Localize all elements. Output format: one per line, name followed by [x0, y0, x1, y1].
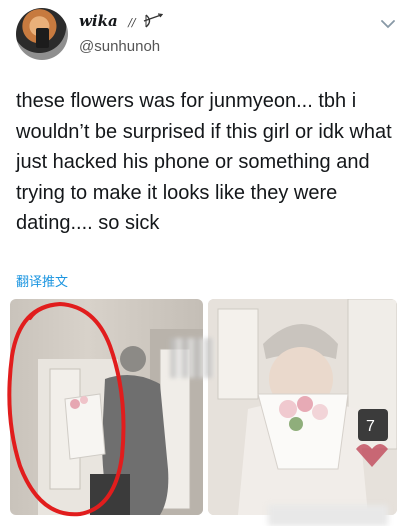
bottom-watermark: [268, 505, 388, 526]
handle[interactable]: @sunhunoh: [79, 38, 163, 55]
display-name[interactable]: wika: [79, 12, 118, 30]
tweet-header: wika // @sunhunoh: [16, 8, 399, 62]
chevron-down-icon[interactable]: [381, 16, 395, 34]
author-names: wika // @sunhunoh: [79, 12, 164, 55]
display-name-row[interactable]: wika //: [79, 12, 164, 34]
display-name-suffix: //: [128, 16, 136, 29]
bow-arrow-icon: [143, 13, 164, 34]
avatar[interactable]: [16, 8, 68, 60]
red-annotation-circle: [7, 301, 126, 517]
tweet-text: these flowers was for junmyeon... tbh i …: [16, 90, 392, 234]
photo-right[interactable]: 7: [208, 299, 397, 515]
watermark-blur: [170, 338, 214, 378]
phone-icon: [36, 28, 49, 48]
translate-tweet-link[interactable]: 翻译推文: [16, 271, 68, 290]
person-holding-bouquet-illustration: 7: [208, 299, 397, 515]
photo-overlay-number: 7: [366, 418, 375, 435]
